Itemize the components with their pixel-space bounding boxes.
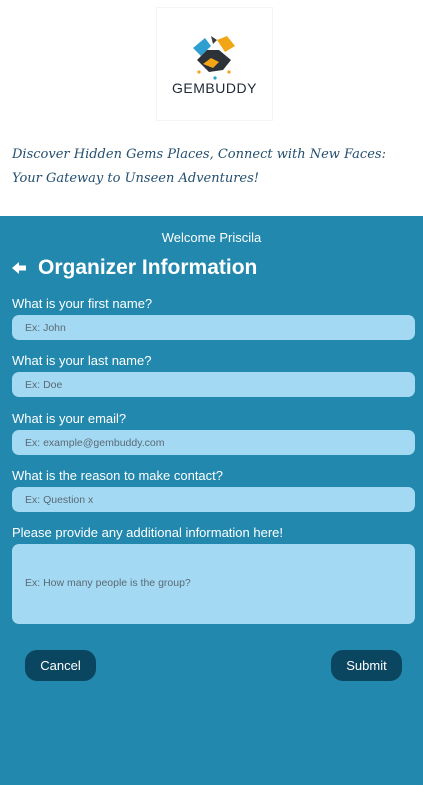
- first-name-field[interactable]: [12, 315, 415, 340]
- cancel-button[interactable]: Cancel: [25, 650, 96, 681]
- welcome-message: Welcome Priscila: [161, 230, 262, 245]
- email-field[interactable]: [12, 430, 415, 455]
- reason-field[interactable]: [12, 487, 415, 512]
- tagline: Discover Hidden Gems Places, Connect wit…: [12, 147, 386, 186]
- reason-label: What is the reason to make contact?: [12, 468, 223, 483]
- submit-button[interactable]: Submit: [331, 650, 402, 681]
- page-title: Organizer Information: [38, 256, 258, 279]
- last-name-field[interactable]: [12, 372, 415, 397]
- first-name-label: What is your first name?: [12, 296, 153, 311]
- header-area: GEMBUDDY Discover Hidden Gems Places, Co…: [0, 0, 423, 216]
- logo-text: GEMBUDDY: [172, 80, 257, 96]
- organizer-form-panel: Welcome Priscila Organizer Information W…: [0, 216, 423, 785]
- additional-info-field[interactable]: [12, 544, 415, 624]
- additional-info-label: Please provide any additional informatio…: [12, 525, 284, 540]
- last-name-label: What is your last name?: [12, 353, 152, 368]
- handshake-gem-icon: [193, 36, 235, 80]
- email-label: What is your email?: [12, 411, 127, 426]
- logo: GEMBUDDY: [157, 8, 272, 120]
- arrow-left-icon[interactable]: [12, 261, 26, 275]
